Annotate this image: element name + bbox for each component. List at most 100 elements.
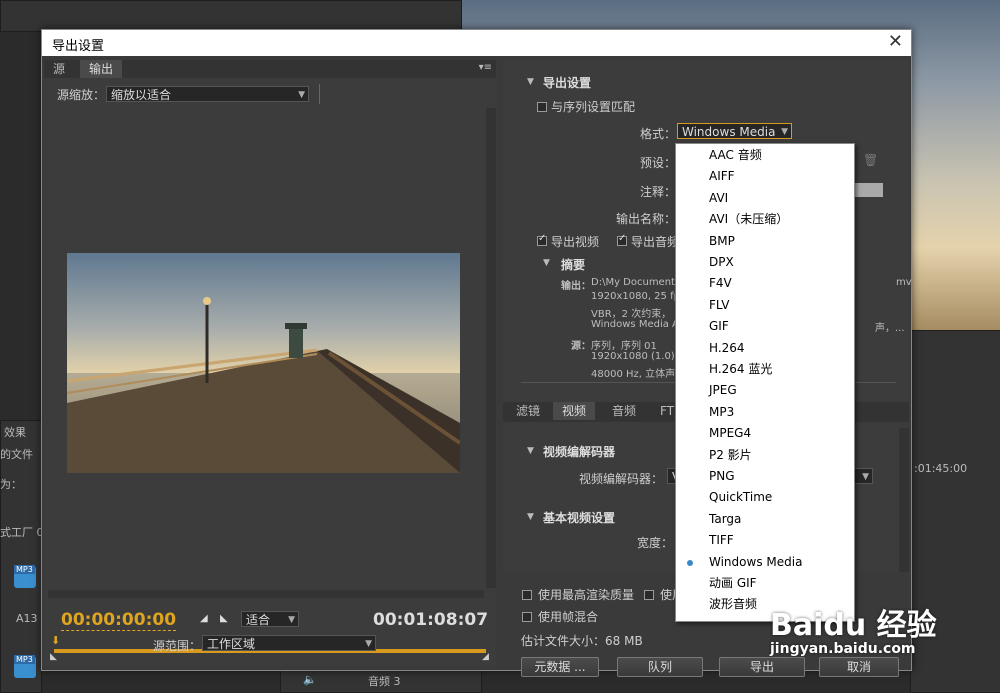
format-option-label: FLV: [709, 297, 730, 312]
format-option-label: AAC 音频: [709, 148, 762, 162]
preview-vertical-scrollbar[interactable]: [486, 108, 496, 588]
in-point-handle[interactable]: ◣: [50, 652, 57, 662]
bg-text-as: 为：: [0, 478, 22, 491]
preview-panel: 源 输出 ▾≡ 源缩放： 缩放以适合 ▼ 00:00:00:00 ◢ ◣ 适合 …: [44, 60, 496, 666]
format-option-label: AVI: [709, 190, 729, 205]
mp3-file-icon-2[interactable]: MP3: [14, 655, 36, 678]
mark-out-icon[interactable]: ◣: [220, 613, 228, 624]
summary-source-line: 1920x1080 (1.0),: [591, 351, 678, 362]
divider: [319, 84, 320, 104]
bg-text-files: 的文件: [0, 448, 33, 461]
comments-label: 注释：: [640, 185, 677, 199]
export-button[interactable]: 导出: [719, 657, 805, 677]
selected-dot-icon: [687, 559, 693, 566]
trash-icon[interactable]: 🗑: [863, 153, 878, 167]
format-option[interactable]: Windows Media: [676, 552, 854, 573]
frame-blend-checkbox[interactable]: [522, 612, 532, 622]
format-option[interactable]: H.264: [676, 338, 854, 359]
use-previews-checkbox[interactable]: [644, 590, 654, 600]
current-timecode[interactable]: 00:00:00:00: [61, 610, 177, 631]
mark-in-icon[interactable]: ◢: [200, 613, 208, 624]
playhead-icon[interactable]: ⬇: [51, 634, 60, 647]
metadata-button[interactable]: 元数据 ...: [521, 657, 599, 677]
output-name-label: 输出名称：: [616, 212, 677, 226]
summary-output-fragment: mv: [896, 277, 912, 288]
out-point-handle[interactable]: ◢: [482, 652, 489, 662]
queue-button[interactable]: 队列: [617, 657, 703, 677]
bg-text-factory: 式工厂 0: [0, 526, 44, 539]
chevron-down-icon: ▼: [298, 90, 305, 100]
summary-output-label: 输出：: [561, 281, 591, 292]
format-option-label: H.264 蓝光: [709, 362, 773, 376]
tab-audio[interactable]: 音频: [603, 402, 645, 420]
baidu-watermark-logo: Baidu 经验: [770, 608, 937, 643]
width-label: 宽度：: [637, 536, 674, 550]
comments-field[interactable]: [853, 183, 883, 197]
cancel-button[interactable]: 取消: [819, 657, 899, 677]
frame-blend-label: 使用帧混合: [538, 610, 599, 624]
fit-select[interactable]: 适合 ▼: [241, 611, 299, 627]
format-option[interactable]: AIFF: [676, 166, 854, 187]
basic-settings-triangle-icon[interactable]: ▼: [527, 512, 534, 522]
format-option-label: QuickTime: [709, 490, 773, 505]
summary-output-line: D:\My Documents: [591, 277, 681, 288]
format-option-label: AVI（未压缩）: [709, 212, 789, 227]
source-range-select[interactable]: 工作区域 ▼: [202, 635, 376, 651]
format-option[interactable]: PNG: [676, 466, 854, 487]
preview-horizontal-scrollbar[interactable]: [48, 590, 484, 598]
format-option[interactable]: P2 影片: [676, 445, 854, 466]
source-zoom-label: 源缩放：: [57, 88, 106, 102]
format-option[interactable]: GIF: [676, 316, 854, 337]
dialog-titlebar: 导出设置 ✕: [42, 30, 911, 56]
format-option[interactable]: DPX: [676, 252, 854, 273]
tab-source[interactable]: 源: [44, 60, 74, 78]
export-audio-label: 导出音频: [631, 235, 680, 249]
export-video-checkbox[interactable]: [537, 233, 547, 246]
baidu-watermark-url: jingyan.baidu.com: [770, 641, 916, 657]
format-option[interactable]: AVI（未压缩）: [676, 209, 854, 230]
format-option[interactable]: F4V: [676, 273, 854, 294]
format-option-label: Windows Media: [709, 554, 803, 569]
basic-video-settings-title: 基本视频设置: [543, 511, 616, 525]
speaker-icon[interactable]: 🔈: [303, 673, 317, 686]
format-select[interactable]: Windows Media ▼: [677, 123, 792, 139]
format-option[interactable]: QuickTime: [676, 487, 854, 508]
format-option[interactable]: BMP: [676, 231, 854, 252]
format-option[interactable]: 动画 GIF: [676, 573, 854, 594]
match-sequence-checkbox[interactable]: [537, 102, 547, 112]
summary-output-line: Windows Media A: [591, 319, 679, 330]
format-option-label: MPEG4: [709, 426, 752, 441]
close-icon[interactable]: ✕: [888, 31, 903, 52]
format-option[interactable]: Targa: [676, 509, 854, 530]
format-option-label: TIFF: [709, 533, 734, 548]
bg-clip-label: A13: [16, 612, 38, 625]
format-option[interactable]: FLV: [676, 295, 854, 316]
format-option[interactable]: TIFF: [676, 530, 854, 551]
format-option-label: H.264: [709, 340, 745, 355]
format-option[interactable]: AVI: [676, 188, 854, 209]
max-render-quality-checkbox[interactable]: [522, 590, 532, 600]
collapse-triangle-icon[interactable]: ▼: [527, 77, 534, 87]
summary-output-line: VBR，2 次约束，: [591, 309, 672, 320]
preview-tab-bar: 源 输出 ▾≡: [44, 60, 496, 78]
format-option-label: Targa: [709, 511, 742, 526]
format-option[interactable]: H.264 蓝光: [676, 359, 854, 380]
format-option[interactable]: JPEG: [676, 380, 854, 401]
export-audio-checkbox[interactable]: [617, 233, 627, 246]
codec-triangle-icon[interactable]: ▼: [527, 446, 534, 456]
summary-output-fragment: 声，...: [875, 323, 905, 334]
format-option[interactable]: MPEG4: [676, 423, 854, 444]
mp3-file-icon[interactable]: MP3: [14, 565, 36, 588]
format-option[interactable]: MP3: [676, 402, 854, 423]
panel-menu-icon[interactable]: ▾≡: [479, 62, 492, 73]
settings-scrollbar[interactable]: [899, 428, 909, 578]
tab-video[interactable]: 视频: [553, 402, 596, 420]
format-option[interactable]: AAC 音频: [676, 145, 854, 166]
tab-filters[interactable]: 滤镜: [507, 402, 549, 420]
summary-triangle-icon[interactable]: ▼: [543, 258, 550, 268]
source-zoom-select[interactable]: 缩放以适合 ▼: [106, 86, 309, 102]
summary-title: 摘要: [561, 258, 586, 272]
format-option-label: AIFF: [709, 169, 735, 184]
tab-output[interactable]: 输出: [80, 60, 123, 78]
summary-source-line: 48000 Hz, 立体声: [591, 369, 676, 380]
